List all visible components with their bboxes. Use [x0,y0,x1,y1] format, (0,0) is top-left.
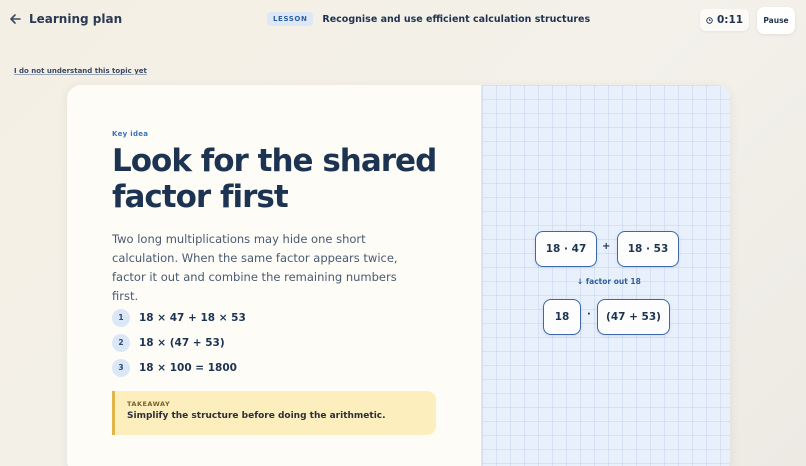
step-item: 1 18 × 47 + 18 × 53 [112,305,246,330]
step-item: 2 18 × (47 + 53) [112,330,246,355]
factor-box: 18 [543,299,581,335]
takeaway-text: Simplify the structure before doing the … [127,411,386,421]
arrow-left-icon [10,14,21,24]
back-to-learning-plan[interactable]: Learning plan [9,12,122,26]
lesson-title: Recognise and use efficient calculation … [322,13,591,25]
key-idea-label: Key idea [112,130,149,138]
term-box-left: 18 · 47 [535,231,597,267]
factor-out-label: ↓ factor out 18 [577,277,641,286]
plus-sign: + [602,241,611,252]
multiply-dot: · [587,309,591,320]
step-number: 1 [112,308,130,327]
term-box-right: 18 · 53 [617,231,679,267]
lesson-card: Key idea Look for the shared factor firs… [67,85,730,466]
step-number: 2 [112,333,130,352]
takeaway-label: TAKEAWAY [127,400,171,408]
step-expression: 18 × 47 + 18 × 53 [139,311,246,324]
page-title: Look for the shared factor first [112,143,437,215]
pause-button[interactable]: Pause [757,7,795,34]
sum-box: (47 + 53) [597,299,670,335]
step-number: 3 [112,358,130,377]
explanation-text: Two long multiplications may hide one sh… [112,232,398,303]
timer-value: 0:11 [716,14,744,26]
explanation-panel: Key idea Look for the shared factor firs… [67,85,481,466]
timer: 0:11 [700,9,749,31]
not-understand-link[interactable]: I do not understand this topic yet [14,67,147,75]
diagram-panel: 18 · 47 + 18 · 53 ↓ factor out 18 18 · (… [481,85,730,466]
steps-list: 1 18 × 47 + 18 × 53 2 18 × (47 + 53) 3 1… [112,305,246,380]
step-item: 3 18 × 100 = 1800 [112,355,246,380]
takeaway-callout: TAKEAWAY Simplify the structure before d… [112,391,436,435]
back-label: Learning plan [29,12,123,26]
step-expression: 18 × 100 = 1800 [139,361,237,374]
lesson-header: LESSON Recognise and use efficient calcu… [267,12,590,26]
clock-icon [706,16,713,24]
step-expression: 18 × (47 + 53) [139,336,225,349]
lesson-badge: LESSON [267,12,314,26]
